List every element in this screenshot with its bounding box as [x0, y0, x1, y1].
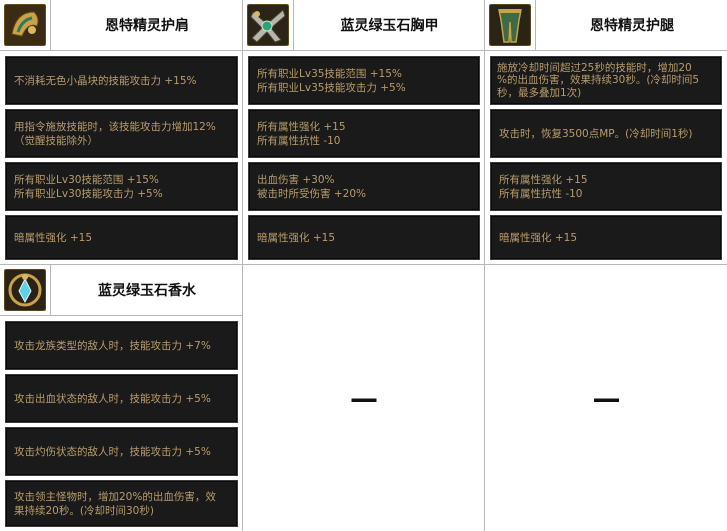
effect-line: %的出血伤害，效果持续30秒。(冷却时间5: [497, 74, 700, 87]
effect-cell: 所有属性强化 +15 所有属性抗性 -10: [248, 109, 480, 158]
effect-line: 所有属性抗性 -10: [257, 134, 341, 147]
effect-cell: 暗属性强化 +15: [248, 215, 480, 260]
shoulder-armor-icon[interactable]: [0, 0, 51, 50]
effect-cell: 所有职业Lv35技能范围 +15% 所有职业Lv35技能攻击力 +5%: [248, 56, 480, 105]
effect-line: 攻击领主怪物时，增加20%的出血伤害，效: [14, 490, 216, 503]
effect-cell: 所有职业Lv30技能范围 +15% 所有职业Lv30技能攻击力 +5%: [5, 162, 238, 211]
chest-armor-icon[interactable]: [243, 0, 294, 50]
effect-cell: 攻击灼伤状态的敌人时，技能攻击力 +5%: [5, 427, 238, 476]
effect-cell: 所有属性强化 +15 所有属性抗性 -10: [490, 162, 722, 211]
empty-cell: —: [244, 265, 484, 531]
effect-cell: 用指令施放技能时，该技能攻击力增加12% （觉醒技能除外）: [5, 109, 238, 158]
effect-cell: 施放冷却时间超过25秒的技能时，增加20 %的出血伤害，效果持续30秒。(冷却时…: [490, 56, 722, 105]
effect-line: 攻击灼伤状态的敌人时，技能攻击力 +5%: [14, 445, 211, 458]
item-title: 蓝灵绿玉石香水: [98, 283, 196, 299]
perfume-bottle-icon[interactable]: [0, 265, 51, 315]
effect-line: 暗属性强化 +15: [14, 231, 92, 244]
effect-cell: 攻击时，恢复3500点MP。(冷却时间1秒): [490, 109, 722, 158]
effect-line: 用指令施放技能时，该技能攻击力增加12%: [14, 120, 216, 133]
item-title: 恩特精灵护腿: [590, 18, 674, 34]
item-header: 蓝灵绿玉石胸甲: [243, 0, 485, 51]
effect-line: 暗属性强化 +15: [257, 231, 335, 244]
item-title: 恩特精灵护肩: [105, 18, 189, 34]
item-header: 恩特精灵护肩: [0, 0, 243, 51]
effect-cell: 出血伤害 +30% 被击时所受伤害 +20%: [248, 162, 480, 211]
effect-line: 所有属性强化 +15: [499, 173, 588, 186]
item-header: 恩特精灵护腿: [485, 0, 727, 51]
effect-cell: 攻击领主怪物时，增加20%的出血伤害，效 果持续20秒。(冷却时间30秒): [5, 480, 238, 527]
item-title: 蓝灵绿玉石胸甲: [340, 18, 439, 34]
effect-line: 秒，最多叠加1次): [497, 86, 582, 99]
effect-line: 攻击龙族类型的敌人时，技能攻击力 +7%: [14, 339, 211, 352]
effect-line: 施放冷却时间超过25秒的技能时，增加20: [497, 61, 692, 74]
effect-line: （觉醒技能除外）: [14, 134, 98, 147]
effect-line: 所有属性抗性 -10: [499, 187, 583, 200]
effect-line: 所有属性强化 +15: [257, 120, 346, 133]
effect-cell: 暗属性强化 +15: [5, 215, 238, 260]
set-item-table: 恩特精灵护肩 不消耗无色小晶块的技能攻击力 +15% 用指令施放技能时，该技能攻…: [0, 0, 727, 531]
effect-cell: 攻击出血状态的敌人时，技能攻击力 +5%: [5, 374, 238, 423]
empty-dash: —: [350, 381, 378, 415]
effect-line: 出血伤害 +30%: [257, 173, 335, 186]
empty-cell: —: [486, 265, 727, 531]
effect-cell: 暗属性强化 +15: [490, 215, 722, 260]
effect-line: 所有职业Lv35技能攻击力 +5%: [257, 81, 406, 94]
empty-dash: —: [592, 381, 621, 415]
leg-armor-icon[interactable]: [485, 0, 536, 50]
item-header: 蓝灵绿玉石香水: [0, 265, 243, 316]
effect-line: 攻击时，恢复3500点MP。(冷却时间1秒): [499, 127, 693, 140]
effect-cell: 不消耗无色小晶块的技能攻击力 +15%: [5, 56, 238, 105]
effect-line: 所有职业Lv30技能范围 +15%: [14, 173, 159, 186]
effect-line: 所有职业Lv35技能范围 +15%: [257, 67, 402, 80]
effect-line: 攻击出血状态的敌人时，技能攻击力 +5%: [14, 392, 211, 405]
effect-line: 所有职业Lv30技能攻击力 +5%: [14, 187, 163, 200]
effect-cell: 攻击龙族类型的敌人时，技能攻击力 +7%: [5, 321, 238, 370]
effect-line: 暗属性强化 +15: [499, 231, 577, 244]
effect-line: 果持续20秒。(冷却时间30秒): [14, 504, 154, 517]
effect-line: 被击时所受伤害 +20%: [257, 187, 366, 200]
effect-line: 不消耗无色小晶块的技能攻击力 +15%: [14, 74, 197, 87]
